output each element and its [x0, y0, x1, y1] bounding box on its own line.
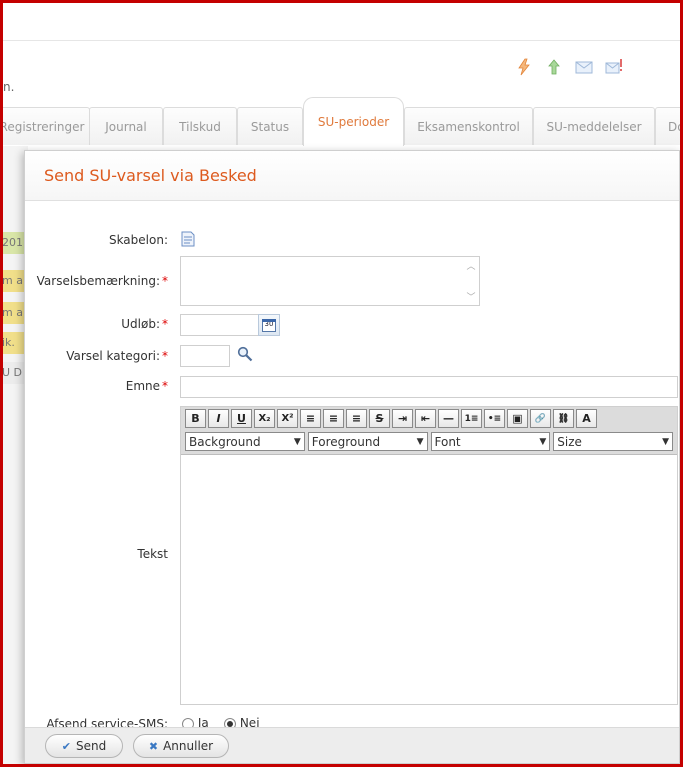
varsel-label: Varselsbemærkning: * [36, 274, 168, 288]
strip-cell: ik. [0, 332, 26, 354]
image-button[interactable]: ▣ [507, 409, 528, 428]
italic-button[interactable]: I [208, 409, 229, 428]
strip-cell: 201 [0, 232, 26, 254]
align-left-button[interactable]: ≡ [300, 409, 321, 428]
dialog-title: Send SU-varsel via Besked [44, 166, 257, 185]
editor-toolbar: B I U X₂ X² ≡ ≡ ≡ S ⇥ ⇤ — 1≡ •≡ ▣ 🔗 ⛓ A … [181, 407, 677, 455]
chevron-down-icon: ▼ [416, 436, 424, 447]
rich-text-editor: B I U X₂ X² ≡ ≡ ≡ S ⇥ ⇤ — 1≡ •≡ ▣ 🔗 ⛓ A … [180, 406, 678, 705]
period-fragment: n. [3, 80, 15, 94]
template-icon[interactable] [181, 231, 195, 250]
search-icon[interactable] [237, 346, 253, 365]
calendar-button[interactable]: 30 [258, 314, 280, 336]
kategori-row: Varsel kategori: * [25, 345, 679, 369]
underline-button[interactable]: U [231, 409, 252, 428]
udlob-label: Udløb: * [121, 317, 168, 331]
align-center-button[interactable]: ≡ [323, 409, 344, 428]
font-select[interactable]: Font ▼ [430, 432, 551, 451]
tab-eksamenskontrol[interactable]: Eksamenskontrol [404, 107, 533, 145]
send-button[interactable]: ✔ Send [45, 734, 123, 758]
tab-tilskud[interactable]: Tilskud [163, 107, 237, 145]
chevron-down-icon: ▼ [662, 436, 669, 447]
kategori-label: Varsel kategori: * [66, 349, 168, 363]
tekst-label: Tekst [137, 547, 168, 561]
chevron-up-icon[interactable]: ︿ [466, 259, 475, 272]
udlob-row: Udløb: * 30 [25, 313, 679, 337]
indent-button[interactable]: ⇥ [392, 409, 413, 428]
send-su-varsel-dialog: Send SU-varsel via Besked Skabelon: Vars… [24, 150, 680, 764]
strip-cell: U D [0, 362, 26, 384]
udlob-date-input[interactable] [180, 314, 259, 336]
cancel-button-label: Annuller [163, 739, 214, 753]
tab-status[interactable]: Status [237, 107, 303, 145]
skabelon-row: Skabelon: [25, 231, 679, 251]
background-select[interactable]: Background ▼ [185, 432, 305, 451]
horizontal-rule-button[interactable]: — [438, 409, 459, 428]
arrow-up-icon[interactable] [545, 58, 565, 75]
superscript-button[interactable]: X² [277, 409, 298, 428]
tab-journal[interactable]: Journal [89, 107, 163, 145]
check-icon: ✔ [61, 739, 71, 753]
bold-button[interactable]: B [185, 409, 206, 428]
calendar-icon: 30 [262, 318, 276, 332]
varsel-textarea[interactable]: ︿ ﹀ [180, 256, 480, 306]
ordered-list-button[interactable]: 1≡ [461, 409, 482, 428]
tab-registreringer[interactable]: Registreringer [0, 107, 90, 145]
tab-su-perioder[interactable]: SU-perioder [303, 97, 404, 146]
lightning-icon[interactable] [515, 58, 535, 76]
editor-content-area[interactable] [181, 455, 677, 704]
skabelon-label: Skabelon: [108, 233, 168, 247]
toolbar-buttons: B I U X₂ X² ≡ ≡ ≡ S ⇥ ⇤ — 1≡ •≡ ▣ 🔗 ⛓ A [185, 409, 673, 430]
textarea-scrollbar[interactable]: ︿ ﹀ [464, 259, 478, 303]
emne-input[interactable] [180, 376, 678, 398]
size-select[interactable]: Size ▼ [553, 432, 673, 451]
link-button[interactable]: 🔗 [530, 409, 551, 428]
mail-alert-icon[interactable] [605, 58, 625, 74]
unlink-button[interactable]: ⛓ [553, 409, 574, 428]
chevron-down-icon: ▼ [293, 436, 301, 447]
tab-su-meddelelser[interactable]: SU-meddelelser [533, 107, 655, 145]
strip-cell: m a [0, 302, 26, 324]
varsel-row: Varselsbemærkning: * ︿ ﹀ [25, 256, 679, 308]
foreground-select[interactable]: Foreground ▼ [307, 432, 428, 451]
send-button-label: Send [75, 739, 107, 753]
subscript-button[interactable]: X₂ [254, 409, 275, 428]
close-icon: ✖ [148, 739, 159, 753]
emne-label: Emne * [125, 379, 168, 393]
strikethrough-button[interactable]: S [369, 409, 390, 428]
toolbar-selects: Background ▼ Foreground ▼ Font ▼ Size ▼ [185, 432, 673, 451]
unordered-list-button[interactable]: •≡ [484, 409, 505, 428]
strip-cell: m a [0, 270, 26, 292]
dialog-footer: ✔ Send ✖ Annuller [25, 727, 679, 763]
outdent-button[interactable]: ⇤ [415, 409, 436, 428]
chevron-down-icon: ▼ [539, 436, 547, 447]
header-icons [515, 58, 625, 76]
cancel-button[interactable]: ✖ Annuller [133, 734, 229, 758]
dialog-header: Send SU-varsel via Besked [25, 151, 679, 201]
tab-more[interactable]: Do [655, 107, 683, 145]
kategori-input[interactable] [180, 345, 230, 367]
top-divider [0, 40, 683, 41]
align-right-button[interactable]: ≡ [346, 409, 367, 428]
chevron-down-icon[interactable]: ﹀ [466, 290, 475, 303]
clear-format-button[interactable]: A [576, 409, 597, 428]
tab-bar: Registreringer Journal Tilskud Status SU… [0, 97, 683, 146]
mail-icon[interactable] [575, 58, 595, 74]
emne-row: Emne * [25, 375, 679, 399]
